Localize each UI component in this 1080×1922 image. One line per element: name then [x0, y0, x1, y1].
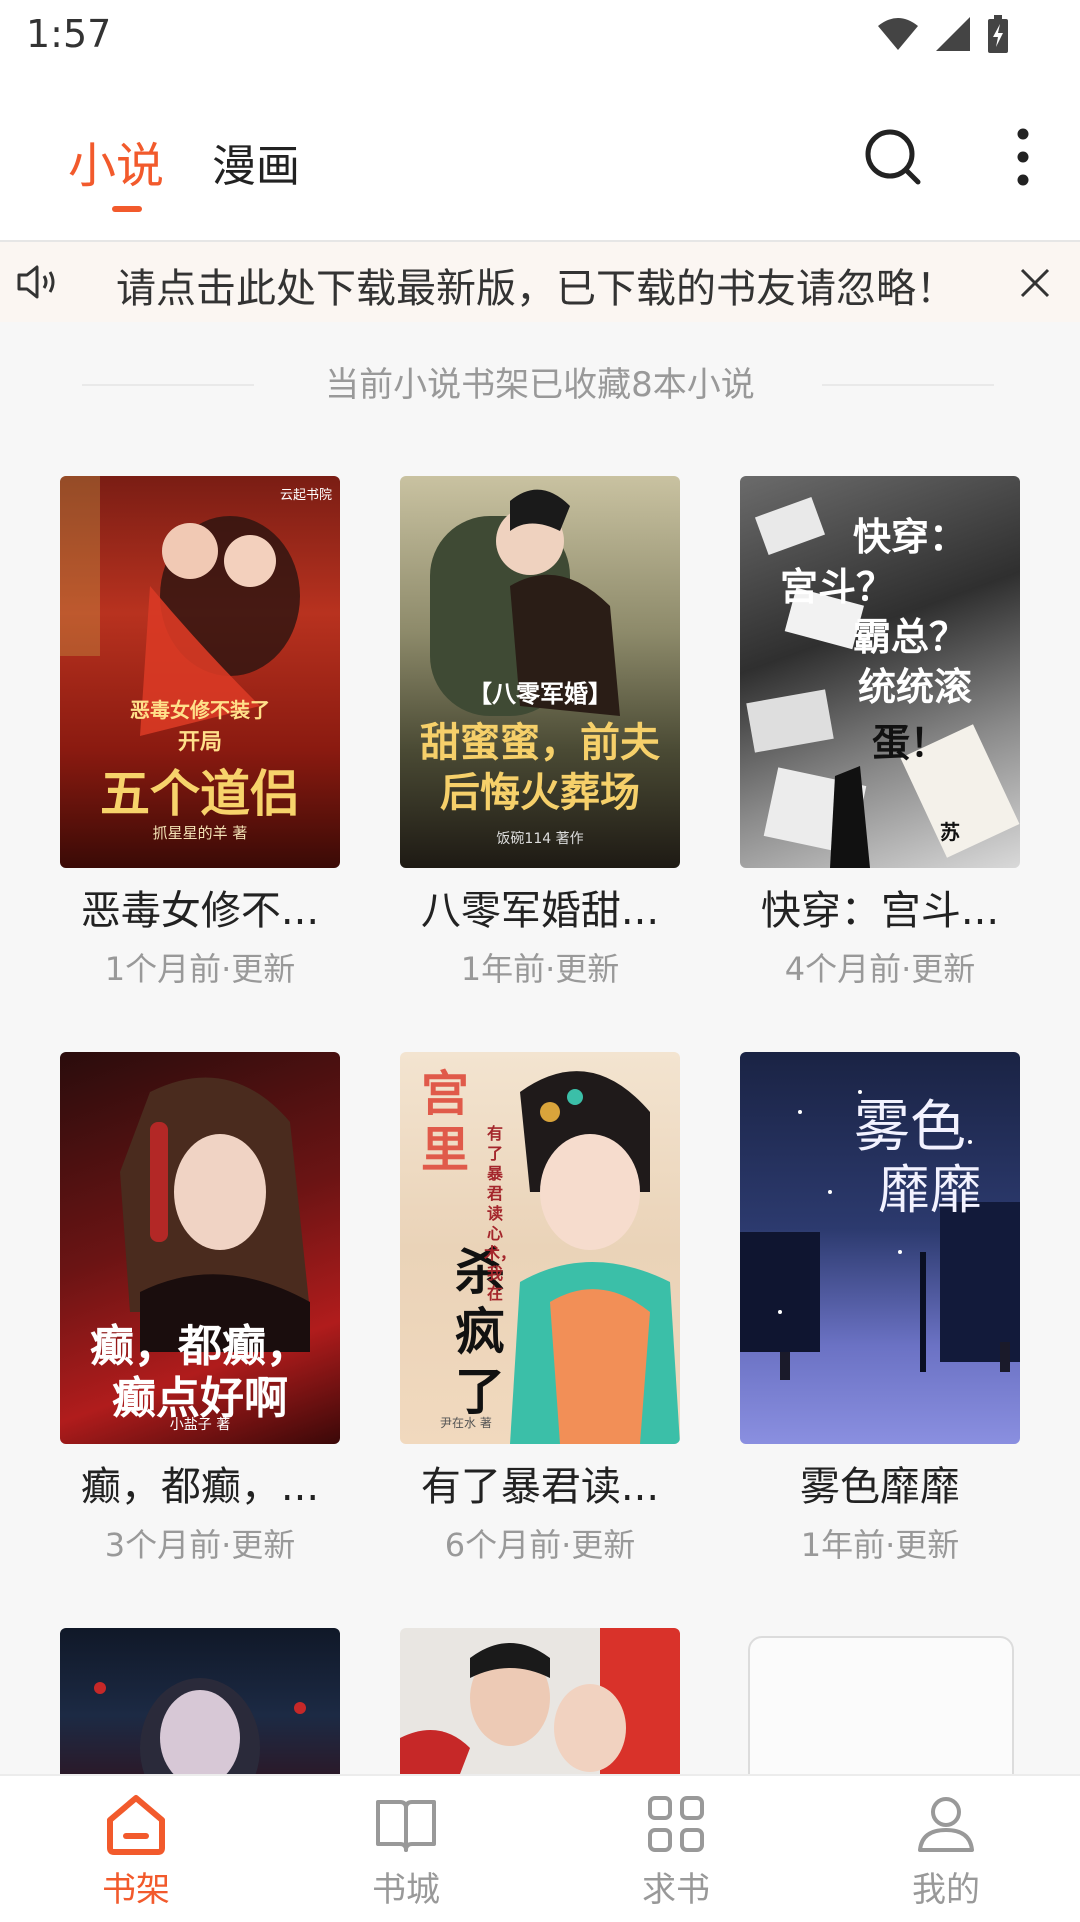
more-vertical-icon[interactable]: [1000, 124, 1046, 190]
book-item[interactable]: 雾色 靡靡 雾色靡靡 1年前·更新: [740, 1052, 1020, 1566]
book-open-icon: [376, 1800, 436, 1852]
nav-item-bookshelf[interactable]: 书架: [66, 1792, 206, 1911]
book-item[interactable]: 快穿： 宫斗？ 霸总？ 统统滚 蛋！ 苏 快穿：宫斗... 4个月前·更新: [740, 476, 1020, 990]
nav-label: 书城: [372, 1870, 440, 1910]
book-cover: 雾色 靡靡: [740, 1052, 1020, 1444]
grid-icon: [648, 1796, 704, 1852]
book-title: 癫，都癫，...: [80, 1464, 320, 1510]
status-bar: 1:57: [0, 0, 1080, 76]
active-tab-indicator: [112, 206, 142, 212]
book-update-time: 6个月前·更新: [444, 1526, 636, 1564]
bottom-navigation: 书架 书城 求书 我的: [0, 1774, 1080, 1922]
home-icon: [107, 1795, 165, 1855]
book-item[interactable]: 云起书院 恶毒女修不装了 开局 五个道侣 抓星星的羊 著 恶毒女修不... 1个…: [60, 476, 340, 990]
book-cover-partial[interactable]: [60, 1628, 340, 1774]
book-title: 八零军婚甜...: [420, 888, 660, 934]
divider: [822, 384, 994, 386]
book-cover: 宫里 杀疯了 有了暴君读心术，我在 尹在水 著: [400, 1052, 680, 1444]
shelf-summary-text: 当前小说书架已收藏8本小说: [325, 365, 755, 405]
book-update-time: 4个月前·更新: [784, 950, 976, 988]
book-update-time: 3个月前·更新: [104, 1526, 296, 1564]
user-icon: [918, 1797, 974, 1852]
book-cover: 快穿： 宫斗？ 霸总？ 统统滚 蛋！ 苏: [740, 476, 1020, 868]
speaker-icon: [17, 265, 55, 299]
nav-item-profile[interactable]: 我的: [876, 1792, 1016, 1911]
tab-novel[interactable]: 小说: [68, 126, 164, 196]
tab-comic[interactable]: 漫画: [212, 130, 300, 194]
add-book-placeholder[interactable]: [748, 1636, 1014, 1790]
book-cover: 【八零军婚】 甜蜜蜜，前夫 后悔火葬场 饭碗114 著作: [400, 476, 680, 868]
book-update-time: 1个月前·更新: [104, 950, 296, 988]
nav-item-request-book[interactable]: 求书: [606, 1792, 746, 1911]
book-title: 恶毒女修不...: [80, 888, 320, 934]
nav-label: 我的: [912, 1870, 980, 1910]
battery-icon: [988, 15, 1008, 53]
book-update-time: 1年前·更新: [460, 950, 620, 988]
status-time: 1:57: [26, 12, 112, 56]
search-icon[interactable]: [862, 126, 924, 188]
book-cover: 癫，都癫， 癫点好啊 小盐子 著: [60, 1052, 340, 1444]
book-item[interactable]: 宫里 杀疯了 有了暴君读心术，我在 尹在水 著 有了暴君读... 6个月前·更新: [400, 1052, 680, 1566]
close-icon[interactable]: [1018, 266, 1052, 300]
book-cover-partial[interactable]: [400, 1628, 680, 1774]
book-item[interactable]: 癫，都癫， 癫点好啊 小盐子 著 癫，都癫，... 3个月前·更新: [60, 1052, 340, 1566]
book-cover: 云起书院 恶毒女修不装了 开局 五个道侣 抓星星的羊 著: [60, 476, 340, 868]
signal-icon: [936, 17, 970, 51]
top-bar: 小说 漫画: [0, 76, 1080, 242]
nav-label: 书架: [102, 1870, 170, 1910]
divider: [82, 384, 254, 386]
book-title: 快穿：宫斗...: [760, 888, 1000, 934]
cover-illustration: [94, 1678, 306, 1774]
book-item[interactable]: 【八零军婚】 甜蜜蜜，前夫 后悔火葬场 饭碗114 著作 八零军婚甜... 1年…: [400, 476, 680, 990]
shelf-summary: 当前小说书架已收藏8本小说: [0, 360, 1080, 410]
book-title: 雾色靡靡: [800, 1464, 960, 1510]
update-notice-banner[interactable]: 请点击此处下载最新版，已下载的书友请忽略！: [0, 242, 1080, 322]
wifi-icon: [878, 18, 918, 50]
nav-label: 求书: [642, 1870, 710, 1910]
book-title: 有了暴君读...: [420, 1464, 660, 1510]
book-update-time: 1年前·更新: [800, 1526, 960, 1564]
cover-illustration: [400, 1628, 680, 1774]
notice-text: 请点击此处下载最新版，已下载的书友请忽略！: [116, 266, 956, 312]
nav-item-bookstore[interactable]: 书城: [336, 1792, 476, 1911]
